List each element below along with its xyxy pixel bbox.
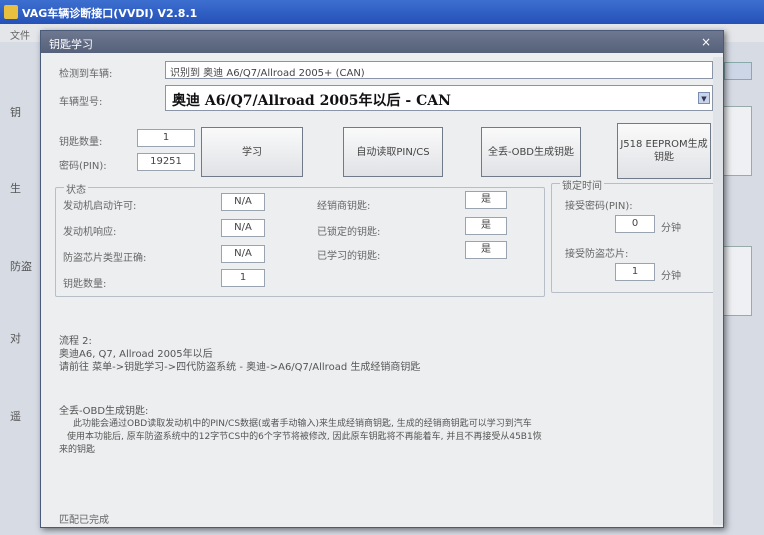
vehicle-type-label: 车辆型号: bbox=[59, 97, 103, 108]
engine-start-label: 发动机启动许可: bbox=[63, 201, 137, 212]
pin-label: 密码(PIN): bbox=[59, 161, 107, 172]
key-count-label: 钥匙数量: bbox=[59, 137, 103, 148]
dealer-key-value: 是 bbox=[465, 191, 507, 209]
side-label-2: 生 bbox=[10, 182, 21, 195]
dialog-title-bar: 钥匙学习 × bbox=[41, 31, 723, 53]
info-line-3: 请前往 菜单->钥匙学习->四代防盗系统 - 奥迪->A6/Q7/Allroad… bbox=[59, 362, 421, 373]
key-learning-dialog: 钥匙学习 × 检测到车辆: 识别到 奥迪 A6/Q7/Allroad 2005+… bbox=[40, 30, 724, 528]
side-label-1: 钥 bbox=[10, 106, 21, 119]
close-icon[interactable]: × bbox=[697, 34, 715, 50]
status-group-title: 状态 bbox=[64, 181, 88, 196]
lock-time-group-title: 锁定时间 bbox=[560, 177, 604, 192]
info-line-6: 使用本功能后, 原车防盗系统中的12字节CS中的6个字节将被修改, 因此原车钥匙… bbox=[67, 432, 542, 442]
side-label-5: 遥 bbox=[10, 410, 21, 423]
chip-type-value: N/A bbox=[221, 245, 265, 263]
vehicle-type-value: 奥迪 A6/Q7/Allroad 2005年以后 - CAN bbox=[172, 93, 451, 109]
dialog-scrollbar[interactable] bbox=[713, 57, 723, 525]
accept-chip-label: 接受防盗芯片: bbox=[565, 249, 629, 260]
accept-chip-unit: 分钟 bbox=[661, 271, 681, 282]
side-label-3: 防盗 bbox=[10, 260, 32, 273]
status-key-count-label: 钥匙数量: bbox=[63, 279, 107, 290]
info-line-2: 奥迪A6, Q7, Allroad 2005年以后 bbox=[59, 349, 213, 360]
info-line-4: 全丢-OBD生成钥匙: bbox=[59, 406, 149, 417]
auto-read-pin-button[interactable]: 自动读取PIN/CS bbox=[343, 127, 443, 177]
status-bar: 匹配已完成 bbox=[59, 515, 109, 526]
side-label-4: 对 bbox=[10, 332, 21, 345]
app-title: VAG车辆诊断接口(VVDI) V2.8.1 bbox=[22, 7, 198, 20]
engine-start-value: N/A bbox=[221, 193, 265, 211]
engine-response-value: N/A bbox=[221, 219, 265, 237]
info-line-5: 此功能会通过OBD读取发动机中的PIN/CS数据(或者手动输入)来生成经销商钥匙… bbox=[73, 419, 532, 429]
status-key-count-value: 1 bbox=[221, 269, 265, 287]
learned-key-label: 已学习的钥匙: bbox=[317, 251, 381, 262]
accept-pin-label: 接受密码(PIN): bbox=[565, 201, 633, 212]
accept-pin-value: 0 bbox=[615, 215, 655, 233]
background-dropdown[interactable] bbox=[724, 62, 752, 80]
info-line-7: 来的钥匙 bbox=[59, 445, 96, 455]
engine-response-label: 发动机响应: bbox=[63, 227, 117, 238]
dealer-key-label: 经销商钥匙: bbox=[317, 201, 371, 212]
chip-type-label: 防盗芯片类型正确: bbox=[63, 253, 147, 264]
info-line-1: 流程 2: bbox=[59, 336, 92, 347]
key-count-field[interactable]: 1 bbox=[137, 129, 195, 147]
obd-generate-key-button[interactable]: 全丢-OBD生成钥匙 bbox=[481, 127, 581, 177]
locked-key-label: 已锁定的钥匙: bbox=[317, 227, 381, 238]
learn-button[interactable]: 学习 bbox=[201, 127, 303, 177]
pin-field[interactable]: 19251 bbox=[137, 153, 195, 171]
learned-key-value: 是 bbox=[465, 241, 507, 259]
app-logo-icon bbox=[4, 5, 18, 19]
locked-key-value: 是 bbox=[465, 217, 507, 235]
app-title-bar: VAG车辆诊断接口(VVDI) V2.8.1 bbox=[0, 0, 764, 24]
menu-file[interactable]: 文件 bbox=[10, 31, 30, 42]
detected-vehicle-value: 识别到 奥迪 A6/Q7/Allroad 2005+ (CAN) bbox=[170, 68, 365, 79]
accept-pin-unit: 分钟 bbox=[661, 223, 681, 234]
chevron-down-icon[interactable]: ▼ bbox=[698, 92, 710, 104]
eeprom-generate-key-button[interactable]: J518 EEPROM生成钥匙 bbox=[617, 123, 711, 179]
dialog-title: 钥匙学习 bbox=[49, 38, 93, 51]
vehicle-label: 检测到车辆: bbox=[59, 69, 113, 80]
detected-vehicle-field: 识别到 奥迪 A6/Q7/Allroad 2005+ (CAN) bbox=[165, 61, 713, 79]
vehicle-type-select[interactable]: 奥迪 A6/Q7/Allroad 2005年以后 - CAN ▼ bbox=[165, 85, 713, 111]
accept-chip-value: 1 bbox=[615, 263, 655, 281]
